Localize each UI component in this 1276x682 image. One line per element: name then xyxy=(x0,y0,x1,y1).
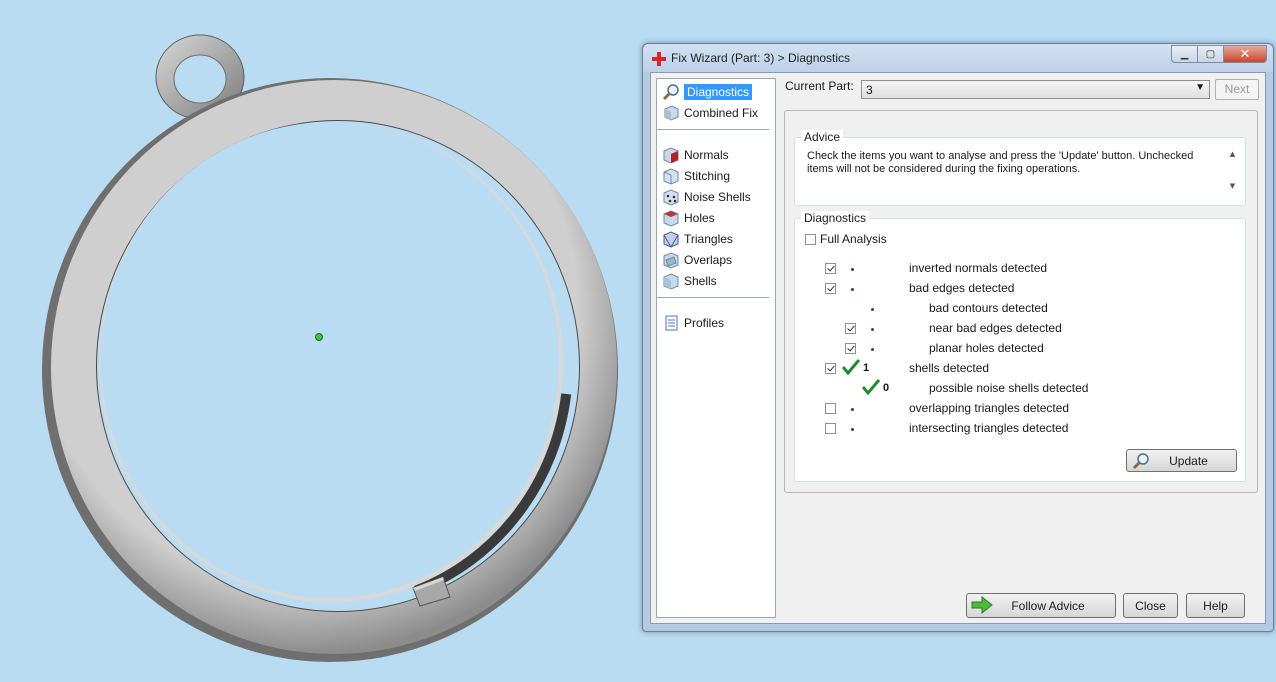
advice-title: Advice xyxy=(801,130,844,144)
current-part-select[interactable]: 3 ▼ xyxy=(861,80,1210,99)
close-window-button[interactable]: ✕ xyxy=(1223,45,1267,63)
nav-item-label: Diagnostics xyxy=(684,84,753,100)
3d-viewport[interactable] xyxy=(0,0,640,682)
minimize-button[interactable]: ▁ xyxy=(1171,45,1197,63)
nav-item-diagnostics[interactable]: Diagnostics xyxy=(660,82,770,102)
shells-checkbox[interactable] xyxy=(825,363,836,374)
update-button[interactable]: Update xyxy=(1126,449,1237,472)
intersecting-triangles-label: intersecting triangles detected xyxy=(909,421,1069,435)
document-icon xyxy=(665,315,678,331)
nav-item-overlaps[interactable]: Overlaps xyxy=(660,250,770,270)
nav-item-label: Combined Fix xyxy=(684,106,759,120)
bullet xyxy=(851,288,854,291)
maximize-button[interactable]: ▢ xyxy=(1197,45,1223,63)
close-icon: ✕ xyxy=(1239,46,1251,62)
wizard-client-area: Diagnostics Combined Fix Normals Stitchi… xyxy=(650,72,1266,624)
noise-shells-count: 0 xyxy=(883,382,890,394)
magnifier-icon xyxy=(662,84,679,101)
pivot-point[interactable] xyxy=(315,333,323,341)
bullet xyxy=(871,348,874,351)
diagnostics-group: Diagnostics Full Analysis inverted norma… xyxy=(794,211,1246,482)
overlaps-cube-icon xyxy=(663,252,679,269)
advice-scrollbar[interactable]: ▲ ▼ xyxy=(1226,150,1239,194)
full-analysis-label: Full Analysis xyxy=(820,232,887,246)
overlapping-triangles-checkbox[interactable] xyxy=(825,403,836,414)
noise-shells-label: possible noise shells detected xyxy=(929,381,1089,395)
ring-model xyxy=(42,34,618,662)
nav-item-stitching[interactable]: Stitching xyxy=(660,166,770,186)
current-part-value: 3 xyxy=(866,83,873,97)
diagnostics-panel: Advice Check the items you want to analy… xyxy=(784,110,1258,493)
nav-item-normals[interactable]: Normals xyxy=(660,145,770,165)
wizard-nav-list: Diagnostics Combined Fix Normals Stitchi… xyxy=(656,78,776,618)
holes-cube-icon xyxy=(663,210,679,227)
follow-advice-button[interactable]: Follow Advice xyxy=(966,593,1116,618)
inverted-normals-label: inverted normals detected xyxy=(909,261,1048,275)
advice-text: Check the items you want to analyse and … xyxy=(807,150,1194,175)
fix-wizard-window: Fix Wizard (Part: 3) > Diagnostics ▁ ▢ ✕… xyxy=(642,43,1274,632)
intersecting-triangles-checkbox[interactable] xyxy=(825,423,836,434)
nav-item-label: Shells xyxy=(684,274,717,288)
triangles-cube-icon xyxy=(663,231,679,248)
update-label: Update xyxy=(1169,453,1208,468)
bullet xyxy=(851,408,854,411)
minimize-icon: ▁ xyxy=(1180,48,1189,60)
nav-separator xyxy=(657,129,769,130)
near-bad-edges-checkbox[interactable] xyxy=(845,323,856,334)
shells-cube-icon xyxy=(663,273,679,290)
bullet xyxy=(871,328,874,331)
noise-shells-icon xyxy=(663,189,679,206)
shells-label: shells detected xyxy=(909,361,990,375)
bad-contours-label: bad contours detected xyxy=(929,301,1048,315)
nav-item-triangles[interactable]: Triangles xyxy=(660,229,770,249)
nav-item-label: Noise Shells xyxy=(684,190,751,204)
near-bad-edges-label: near bad edges detected xyxy=(929,321,1062,335)
nav-item-profiles[interactable]: Profiles xyxy=(660,313,770,333)
inverted-normals-checkbox[interactable] xyxy=(825,263,836,274)
nav-separator xyxy=(657,297,769,298)
bad-edges-checkbox[interactable] xyxy=(825,283,836,294)
next-button[interactable]: Next xyxy=(1215,79,1259,100)
nav-item-label: Stitching xyxy=(684,169,731,183)
diagnostics-title: Diagnostics xyxy=(801,211,870,225)
planar-holes-label: planar holes detected xyxy=(929,341,1044,355)
nav-item-holes[interactable]: Holes xyxy=(660,208,770,228)
window-title: Fix Wizard (Part: 3) > Diagnostics xyxy=(671,51,851,65)
green-check-icon xyxy=(842,359,860,375)
title-bar[interactable]: Fix Wizard (Part: 3) > Diagnostics ▁ ▢ ✕ xyxy=(643,44,1273,72)
nav-item-combined-fix[interactable]: Combined Fix xyxy=(660,103,770,123)
scroll-up-icon[interactable]: ▲ xyxy=(1226,150,1239,162)
nav-item-label: Overlaps xyxy=(684,253,733,267)
scroll-down-icon[interactable]: ▼ xyxy=(1226,182,1239,194)
follow-advice-label: Follow Advice xyxy=(1011,598,1085,613)
green-check-icon xyxy=(862,379,880,395)
cube-icon xyxy=(664,105,679,121)
close-button[interactable]: Close xyxy=(1123,593,1178,618)
chevron-down-icon: ▼ xyxy=(1195,82,1205,93)
full-analysis-checkbox[interactable] xyxy=(805,234,816,245)
magnifier-icon xyxy=(1132,453,1149,470)
nav-item-label: Holes xyxy=(684,211,715,225)
green-arrow-icon xyxy=(971,596,993,614)
nav-item-noise-shells[interactable]: Noise Shells xyxy=(660,187,770,207)
nav-item-shells[interactable]: Shells xyxy=(660,271,770,291)
maximize-icon: ▢ xyxy=(1205,48,1216,60)
bullet xyxy=(851,268,854,271)
current-part-label: Current Part: xyxy=(785,79,854,93)
nav-item-label: Triangles xyxy=(684,232,733,246)
bullet xyxy=(851,428,854,431)
stitching-cube-icon xyxy=(663,168,679,185)
shells-count: 1 xyxy=(863,362,870,374)
overlapping-triangles-label: overlapping triangles detected xyxy=(909,401,1070,415)
advice-group: Advice Check the items you want to analy… xyxy=(794,130,1246,206)
nav-item-label: Profiles xyxy=(684,316,725,330)
nav-item-label: Normals xyxy=(684,148,729,162)
bad-edges-label: bad edges detected xyxy=(909,281,1015,295)
help-button[interactable]: Help xyxy=(1186,593,1245,618)
bullet xyxy=(871,308,874,311)
planar-holes-checkbox[interactable] xyxy=(845,343,856,354)
normals-cube-icon xyxy=(663,147,679,164)
red-cross-icon xyxy=(652,52,666,66)
